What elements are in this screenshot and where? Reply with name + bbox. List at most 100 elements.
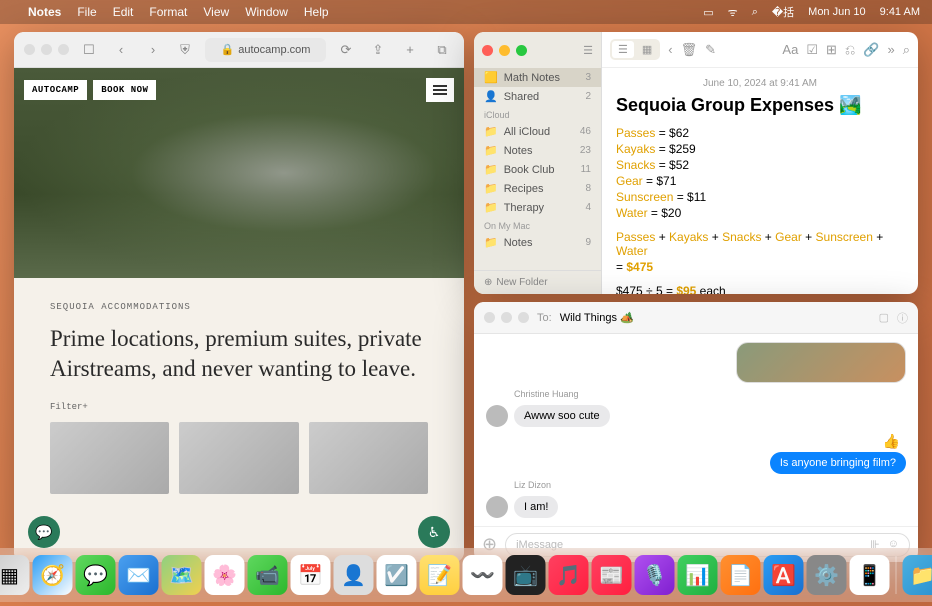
menubar-date[interactable]: Mon Jun 10 (808, 6, 865, 18)
forward-button[interactable]: › (141, 40, 165, 60)
logo-badge[interactable]: AUTOCAMP (24, 80, 87, 100)
window-controls[interactable] (484, 312, 529, 323)
reload-icon[interactable]: ⟳ (334, 40, 358, 60)
lock-icon: 🔒 (221, 43, 235, 56)
dock-messages[interactable]: 💬 (76, 555, 116, 595)
filter-link[interactable]: Filter+ (50, 402, 428, 412)
back-icon[interactable]: ‹ (668, 42, 672, 57)
onmac-header: On My Mac (474, 217, 601, 233)
sidebar-item-book-club[interactable]: 📁Book Club11 (474, 160, 601, 179)
sidebar-item-recipes[interactable]: 📁Recipes8 (474, 179, 601, 198)
control-center-icon[interactable]: �括 (772, 4, 794, 20)
table-icon[interactable]: ⊞ (826, 42, 837, 58)
menu-file[interactable]: File (77, 5, 96, 19)
sum-expression: Passes + Kayaks + Snacks + Gear + Sunscr… (616, 230, 904, 258)
sidebar-item-shared[interactable]: 👤 Shared 2 (474, 87, 601, 106)
sidebar-item-label: All iCloud (504, 126, 550, 138)
list-view-icon[interactable]: ☰ (612, 41, 634, 58)
dock-photos[interactable]: 🌸 (205, 555, 245, 595)
address-bar[interactable]: 🔒 autocamp.com (205, 38, 326, 62)
dock-safari[interactable]: 🧭 (33, 555, 73, 595)
app-menu[interactable]: Notes (28, 5, 61, 19)
item-count: 3 (585, 72, 591, 83)
safari-window: ☐ ‹ › ⛨ 🔒 autocamp.com ⟳ ⇪ + ⧉ AUTOCAMP … (14, 32, 464, 562)
dock-maps[interactable]: 🗺️ (162, 555, 202, 595)
checklist-icon[interactable]: ☑ (806, 42, 818, 58)
menu-edit[interactable]: Edit (113, 5, 134, 19)
menubar-time[interactable]: 9:41 AM (880, 6, 920, 18)
new-folder-button[interactable]: ⊕New Folder (474, 270, 601, 294)
menu-help[interactable]: Help (304, 5, 329, 19)
grid-view-icon[interactable]: ▦ (636, 41, 658, 58)
dock-pages[interactable]: 📄 (721, 555, 761, 595)
recipient[interactable]: Wild Things 🏕️ (560, 311, 634, 324)
shield-icon[interactable]: ⛨ (173, 40, 197, 60)
sidebar-item-notes[interactable]: 📁Notes23 (474, 141, 601, 160)
view-mode-segment[interactable]: ☰▦ (610, 39, 660, 60)
trash-icon[interactable]: 🗑 (681, 42, 698, 58)
message-thread[interactable]: Christine HuangAwww soo cute👍Is anyone b… (474, 334, 918, 526)
battery-icon[interactable]: ▭ (703, 6, 713, 19)
more-icon[interactable]: » (887, 42, 894, 57)
avatar[interactable] (486, 496, 508, 518)
dock-freeform[interactable]: 〰️ (463, 555, 503, 595)
dock-music[interactable]: 🎵 (549, 555, 589, 595)
dock-appstore[interactable]: 🅰️ (764, 555, 804, 595)
to-label: To: (537, 312, 552, 324)
avatar[interactable] (486, 405, 508, 427)
format-icon[interactable]: Aa (782, 42, 798, 57)
dock-settings[interactable]: ⚙️ (807, 555, 847, 595)
new-tab-icon[interactable]: + (398, 40, 422, 60)
link-icon[interactable]: 🔗 (863, 42, 879, 58)
info-icon[interactable]: ⓘ (897, 310, 908, 326)
sidebar-item-math-notes[interactable]: 🟨 Math Notes 3 (474, 68, 601, 87)
dock-tv[interactable]: 📺 (506, 555, 546, 595)
search-icon[interactable]: ⌕ (752, 6, 758, 19)
window-controls[interactable] (24, 44, 69, 55)
book-now-button[interactable]: BOOK NOW (93, 80, 156, 100)
sidebar-item-local-notes[interactable]: 📁Notes9 (474, 233, 601, 252)
tapback-reaction[interactable]: 👍 (883, 433, 900, 450)
dock-mail[interactable]: ✉️ (119, 555, 159, 595)
dock-contacts[interactable]: 👤 (334, 555, 374, 595)
dock-calendar[interactable]: 📅 (291, 555, 331, 595)
dock-downloads[interactable]: 📁 (903, 555, 932, 595)
dock-news[interactable]: 📰 (592, 555, 632, 595)
facetime-video-icon[interactable]: ▢ (879, 311, 889, 324)
accommodation-thumb[interactable] (179, 422, 298, 494)
icloud-header: iCloud (474, 106, 601, 122)
dock-iphone[interactable]: 📱 (850, 555, 890, 595)
share-icon[interactable]: ⇪ (366, 40, 390, 60)
menu-window[interactable]: Window (245, 5, 288, 19)
sidebar-item-therapy[interactable]: 📁Therapy4 (474, 198, 601, 217)
dock-podcasts[interactable]: 🎙️ (635, 555, 675, 595)
dock-numbers[interactable]: 📊 (678, 555, 718, 595)
dock-facetime[interactable]: 📹 (248, 555, 288, 595)
message-bubble[interactable]: Awww soo cute (514, 405, 610, 427)
dock-notes[interactable]: 📝 (420, 555, 460, 595)
wifi-icon[interactable]: ᯤ (728, 5, 738, 20)
message-bubble[interactable]: I am! (514, 496, 558, 518)
accommodation-thumb[interactable] (309, 422, 428, 494)
dock-reminders[interactable]: ☑️ (377, 555, 417, 595)
accessibility-fab[interactable]: ♿︎ (418, 516, 450, 548)
tabs-icon[interactable]: ⧉ (430, 40, 454, 60)
note-editor[interactable]: June 10, 2024 at 9:41 AM Sequoia Group E… (602, 68, 918, 294)
search-icon[interactable]: ⌕ (903, 42, 910, 58)
window-controls[interactable] (482, 45, 527, 56)
compose-icon[interactable]: ✎ (705, 42, 716, 58)
menu-view[interactable]: View (203, 5, 229, 19)
menu-format[interactable]: Format (149, 5, 187, 19)
dock-launchpad[interactable]: ▦ (0, 555, 30, 595)
item-count: 23 (580, 145, 591, 156)
sidebar-toggle-icon[interactable]: ☐ (77, 40, 101, 60)
hamburger-menu[interactable] (426, 78, 454, 102)
accommodation-thumb[interactable] (50, 422, 169, 494)
back-button[interactable]: ‹ (109, 40, 133, 60)
message-image[interactable] (736, 342, 906, 383)
chat-fab[interactable]: 💬 (28, 516, 60, 548)
message-bubble[interactable]: Is anyone bringing film? (770, 452, 906, 474)
sidebar-toggle-icon[interactable]: ☰ (583, 44, 593, 57)
media-icon[interactable]: ⎌ (845, 42, 855, 58)
sidebar-item-all-icloud[interactable]: 📁All iCloud46 (474, 122, 601, 141)
